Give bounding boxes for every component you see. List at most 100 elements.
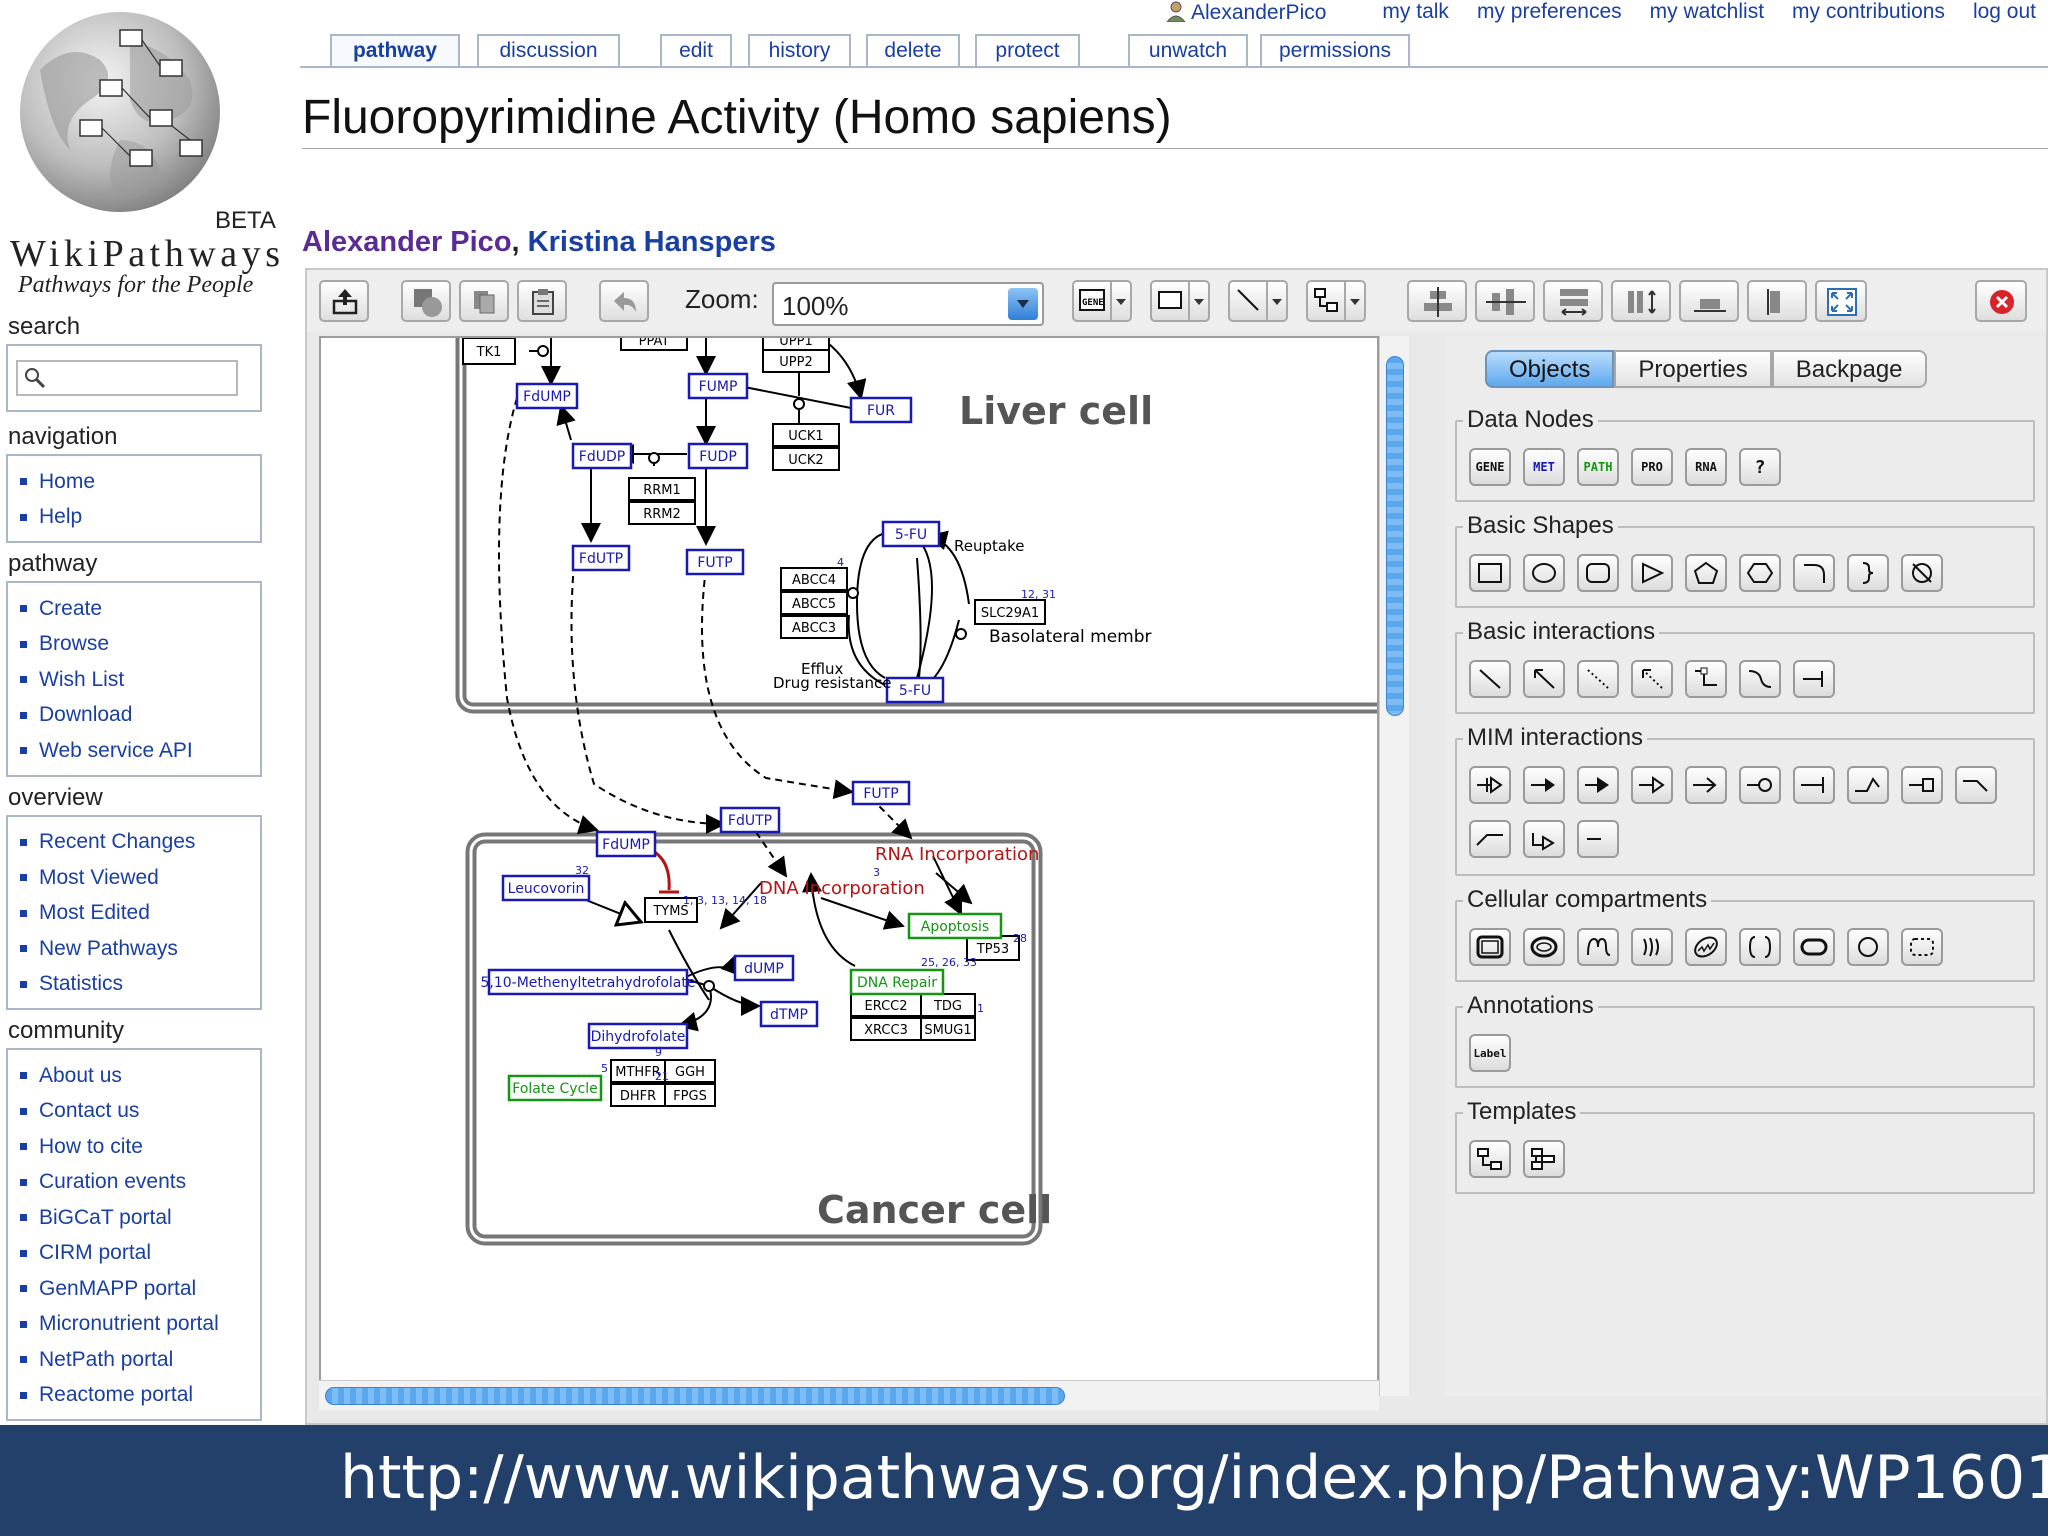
- my-preferences-link[interactable]: my preferences: [1477, 0, 1622, 28]
- degradation-shape-button[interactable]: [1901, 554, 1943, 592]
- node-abcc3[interactable]: ABCC3: [792, 621, 836, 636]
- rounded-rect-shape-button[interactable]: [1577, 554, 1619, 592]
- elbow-line-button[interactable]: [1685, 660, 1727, 698]
- tab-pathway[interactable]: pathway: [330, 34, 460, 66]
- endoplasmic-reticulum-button[interactable]: [1577, 928, 1619, 966]
- mim-gap-button[interactable]: [1577, 820, 1619, 858]
- brace-shape-button[interactable]: [1847, 554, 1889, 592]
- node-upp1[interactable]: UPP1: [779, 338, 812, 349]
- gene-dropdown[interactable]: [1112, 280, 1132, 322]
- curved-line-button[interactable]: [1739, 660, 1781, 698]
- label-rna-incorporation[interactable]: RNA Incorporation: [875, 844, 1039, 865]
- node-ppat[interactable]: PPAT: [639, 338, 670, 349]
- tab-history[interactable]: history: [748, 34, 851, 66]
- zoom-select[interactable]: 100%: [772, 282, 1044, 326]
- node-methenyl[interactable]: 5,10-Methenyltetrahydrofolate: [481, 975, 696, 991]
- tab-backpage[interactable]: Backpage: [1771, 350, 1927, 388]
- community-cirm-link[interactable]: CIRM portal: [8, 1236, 260, 1272]
- node-tp53[interactable]: TP53: [976, 942, 1009, 957]
- node-fump[interactable]: FUMP: [699, 379, 738, 395]
- node-uck2[interactable]: UCK2: [788, 453, 823, 468]
- mim-cleavage-button[interactable]: [1847, 766, 1889, 804]
- new-gene-button[interactable]: GENE: [1072, 280, 1112, 322]
- tab-edit[interactable]: edit: [660, 34, 732, 66]
- copy-button[interactable]: [459, 280, 509, 322]
- mim-necessary-stimulation-button[interactable]: [1469, 766, 1511, 804]
- pathway-browse-link[interactable]: Browse: [8, 627, 260, 663]
- pathway-webservice-link[interactable]: Web service API: [8, 733, 260, 769]
- paste-button[interactable]: [517, 280, 567, 322]
- label-reuptake[interactable]: Reuptake: [954, 537, 1024, 555]
- node-ercc2[interactable]: ERCC2: [864, 999, 907, 1014]
- log-out-link[interactable]: log out: [1973, 0, 2036, 28]
- node-mthfr[interactable]: MTHFR: [615, 1065, 660, 1080]
- node-dhfr[interactable]: DHFR: [620, 1089, 656, 1104]
- arc-shape-button[interactable]: [1793, 554, 1835, 592]
- oval-shape-button[interactable]: [1523, 554, 1565, 592]
- vertical-scrollbar[interactable]: [1379, 336, 1409, 1396]
- node-5fu-lower[interactable]: 5-FU: [899, 683, 931, 699]
- node-ggh[interactable]: GGH: [675, 1065, 705, 1080]
- protein-node-button[interactable]: PRO: [1631, 448, 1673, 486]
- mim-catalysis-button[interactable]: [1739, 766, 1781, 804]
- align-center-x-button[interactable]: [1407, 280, 1467, 322]
- pathway-wishlist-link[interactable]: Wish List: [8, 662, 260, 698]
- mim-inhibition-button[interactable]: [1793, 766, 1835, 804]
- my-talk-link[interactable]: my talk: [1382, 0, 1449, 28]
- community-bigcat-link[interactable]: BiGCaT portal: [8, 1200, 260, 1236]
- new-line-button[interactable]: [1228, 280, 1268, 322]
- mim-binding-button[interactable]: [1577, 766, 1619, 804]
- new-shape-button[interactable]: [1150, 280, 1190, 322]
- golgi-button[interactable]: [1631, 928, 1673, 966]
- horizontal-scrollbar[interactable]: [319, 1380, 1379, 1410]
- rna-node-button[interactable]: RNA: [1685, 448, 1727, 486]
- overview-edited-link[interactable]: Most Edited: [8, 896, 260, 932]
- pathway-node-button[interactable]: PATH: [1577, 448, 1619, 486]
- node-fdudp[interactable]: FdUDP: [579, 449, 625, 465]
- node-dump[interactable]: dUMP: [744, 961, 784, 977]
- nav-help-link[interactable]: Help: [8, 500, 260, 536]
- export-button[interactable]: [319, 280, 369, 322]
- arrow-button[interactable]: [1523, 660, 1565, 698]
- align-bottom-button[interactable]: [1679, 280, 1739, 322]
- node-fdutp-liver[interactable]: FdUTP: [579, 551, 623, 567]
- stack-horizontal-button[interactable]: [1611, 280, 1671, 322]
- my-contributions-link[interactable]: my contributions: [1792, 0, 1945, 28]
- author-link-2[interactable]: Kristina Hanspers: [528, 226, 776, 258]
- vertical-scroll-thumb[interactable]: [1386, 356, 1404, 716]
- node-futp-cancer[interactable]: FUTP: [863, 786, 898, 802]
- community-about-link[interactable]: About us: [8, 1058, 260, 1094]
- node-fdutp-cancer[interactable]: FdUTP: [728, 813, 772, 829]
- rectangle-shape-button[interactable]: [1469, 554, 1511, 592]
- tab-objects[interactable]: Objects: [1485, 350, 1615, 388]
- triangle-shape-button[interactable]: [1631, 554, 1673, 592]
- footer-url[interactable]: http://www.wikipathways.org/index.php/Pa…: [340, 1443, 2048, 1513]
- label-drug-resistance[interactable]: Drug resistance: [773, 674, 891, 692]
- my-watchlist-link[interactable]: my watchlist: [1650, 0, 1764, 28]
- node-rrm2[interactable]: RRM2: [643, 507, 681, 522]
- author-link-1[interactable]: Alexander Pico: [302, 226, 512, 258]
- node-5fu-upper[interactable]: 5-FU: [895, 527, 927, 543]
- community-cite-link[interactable]: How to cite: [8, 1129, 260, 1165]
- node-fdump-liver[interactable]: FdUMP: [523, 389, 571, 405]
- node-folate-cycle[interactable]: Folate Cycle: [512, 1081, 597, 1097]
- line-button[interactable]: [1469, 660, 1511, 698]
- nucleus-button[interactable]: [1523, 928, 1565, 966]
- node-tdg[interactable]: TDG: [933, 999, 962, 1014]
- node-fpgs[interactable]: FPGS: [673, 1089, 707, 1104]
- mim-covalent-bond-button[interactable]: [1901, 766, 1943, 804]
- template-inhibition-button[interactable]: [1523, 1140, 1565, 1178]
- node-dihydrofolate[interactable]: Dihydrofolate: [591, 1029, 686, 1045]
- wikipathways-logo[interactable]: BETA WikiPathways Pathways for the Peopl…: [0, 0, 290, 310]
- tbar-button[interactable]: [1793, 660, 1835, 698]
- cell-button[interactable]: [1469, 928, 1511, 966]
- liver-cell-label[interactable]: Liver cell: [959, 389, 1153, 433]
- align-center-y-button[interactable]: [1475, 280, 1535, 322]
- hexagon-shape-button[interactable]: [1739, 554, 1781, 592]
- align-left-button[interactable]: [1747, 280, 1807, 322]
- node-abcc5[interactable]: ABCC5: [792, 597, 836, 612]
- sarcoplasmic-button[interactable]: [1739, 928, 1781, 966]
- mitochondria-button[interactable]: [1685, 928, 1727, 966]
- metabolite-node-button[interactable]: MET: [1523, 448, 1565, 486]
- overview-new-link[interactable]: New Pathways: [8, 931, 260, 967]
